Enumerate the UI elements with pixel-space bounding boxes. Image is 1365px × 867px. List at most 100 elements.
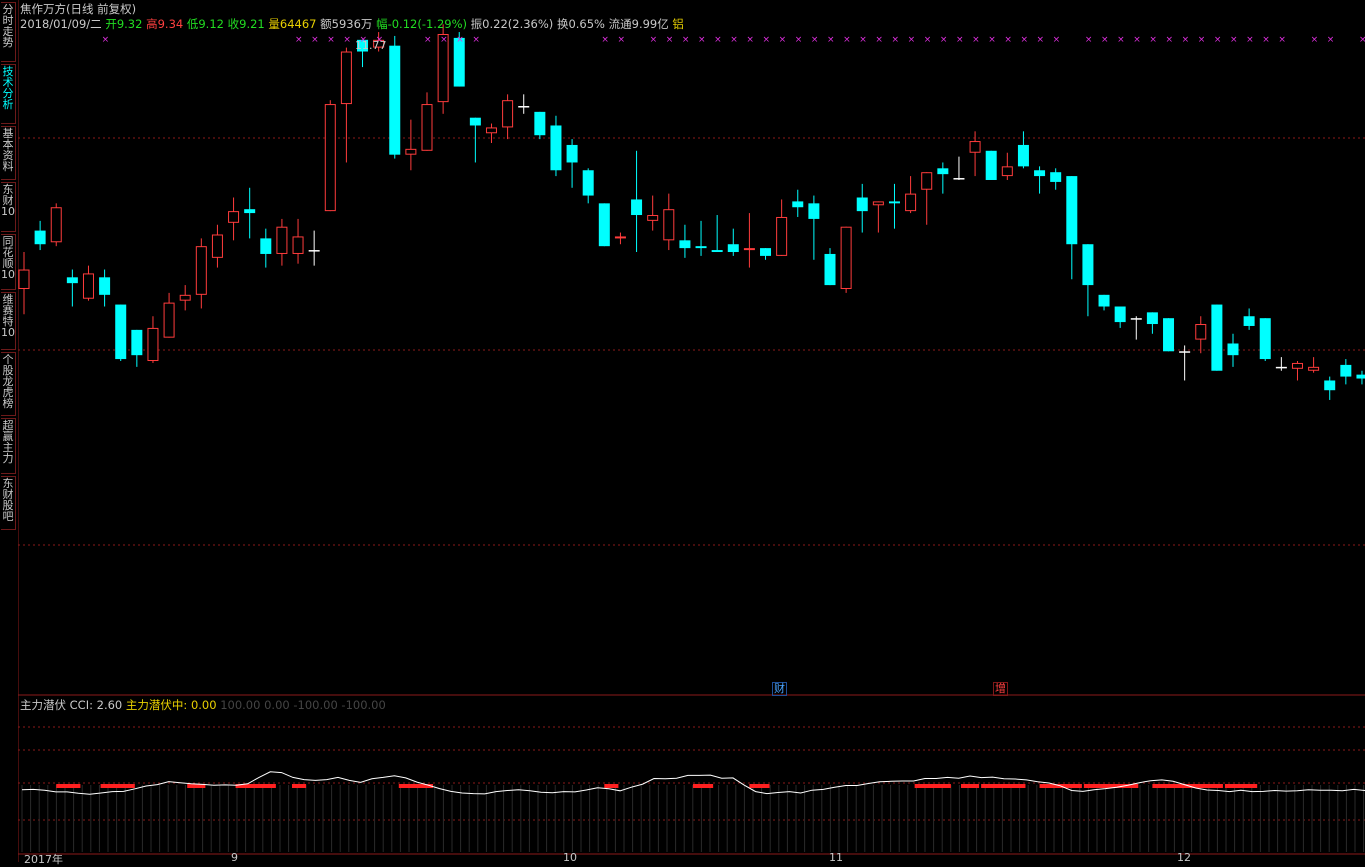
candle	[1243, 308, 1255, 330]
candle	[50, 203, 62, 247]
event-marker-increase[interactable]: 增	[993, 682, 1008, 696]
zlqf-value: 0.00	[190, 698, 217, 712]
sidebar-tab[interactable]: 超赢主力	[1, 418, 16, 474]
candle	[937, 162, 949, 194]
candle	[566, 139, 578, 188]
sector-tag[interactable]: 铝	[672, 17, 684, 31]
candle-body	[1146, 312, 1158, 325]
candle-body	[18, 269, 30, 289]
signal-marker: ×	[779, 35, 787, 45]
candle	[1146, 312, 1158, 334]
signal-marker: ×	[1359, 35, 1365, 45]
candle-body	[292, 236, 304, 254]
indicator-header: 主力潜伏 CCI: 2.60 主力潜伏中: 0.00 100.00 0.00 -…	[20, 698, 386, 712]
candle-body	[1114, 306, 1126, 323]
candle	[147, 316, 159, 363]
signal-marker: ×	[924, 35, 932, 45]
amount-label: 额	[320, 17, 332, 31]
sidebar-tab[interactable]: 基本资料	[1, 126, 16, 180]
candle	[421, 92, 433, 151]
volume-label: 量	[268, 17, 280, 31]
zlqf-bar	[692, 784, 714, 788]
candle-body	[792, 201, 804, 208]
candle-body	[743, 248, 755, 251]
volume-value: 64467	[279, 17, 317, 31]
candle-body	[760, 248, 772, 256]
signal-marker: ×	[891, 35, 899, 45]
marker-series: × × × × × × × × × × × × × × × × × × × × × × × × × × × × × × × × × × × × × × × ×…	[102, 35, 1365, 45]
candle	[1082, 244, 1094, 317]
candle-body	[663, 209, 675, 241]
candle-body	[179, 294, 191, 301]
candle-body	[550, 125, 562, 171]
candle	[792, 189, 804, 217]
cci-label: CCI:	[69, 698, 93, 712]
candle-body	[614, 236, 626, 239]
sidebar-tab[interactable]: 同花顺10	[1, 234, 16, 290]
candle-body	[647, 215, 659, 221]
signal-marker: ×	[311, 35, 319, 45]
change-label: 幅	[376, 17, 388, 31]
candle	[469, 117, 481, 163]
signal-marker: ×	[102, 35, 110, 45]
candle	[1308, 357, 1320, 373]
candle	[1130, 316, 1142, 340]
candle	[808, 195, 820, 260]
candle	[840, 226, 852, 293]
low-value: 9.12	[198, 17, 224, 31]
x-axis-label: 12	[1177, 851, 1191, 864]
candle	[824, 248, 836, 286]
signal-marker: ×	[827, 35, 835, 45]
candle	[66, 269, 78, 307]
sidebar-tab[interactable]: 东财股吧	[1, 476, 16, 530]
candle	[1275, 357, 1287, 371]
open-label: 开	[105, 17, 117, 31]
signal-marker: ×	[1053, 35, 1061, 45]
signal-marker: ×	[1101, 35, 1109, 45]
change-value: -0.12(-1.29%)	[387, 17, 467, 31]
candle	[1163, 318, 1175, 352]
candle	[324, 100, 336, 212]
candle-body	[163, 302, 175, 338]
signal-marker: ×	[1327, 35, 1335, 45]
candle-body	[115, 304, 127, 360]
candle-body	[131, 329, 143, 356]
zlqf-label: 主力潜伏中:	[125, 698, 188, 712]
candle	[631, 150, 643, 253]
signal-marker: ×	[875, 35, 883, 45]
signal-marker: ×	[1198, 35, 1206, 45]
sidebar-tab[interactable]: 维赛特10	[1, 292, 16, 350]
signal-marker: ×	[746, 35, 754, 45]
signal-marker: ×	[1262, 35, 1270, 45]
candle-body	[1227, 343, 1239, 356]
candle-body	[695, 246, 707, 249]
candle	[485, 123, 497, 144]
candle-body	[485, 127, 497, 134]
signal-marker: ×	[843, 35, 851, 45]
candle-body	[566, 144, 578, 163]
indicator-name[interactable]: 主力潜伏	[20, 698, 66, 712]
candle	[776, 199, 788, 256]
high-price-label: 11.77	[355, 39, 387, 52]
sidebar-tab[interactable]: 分时走势	[1, 2, 16, 62]
signal-marker: ×	[1037, 35, 1045, 45]
sidebar-tab[interactable]: 技术分析	[1, 64, 16, 124]
candle	[921, 172, 933, 225]
candle	[502, 94, 514, 140]
candle-body	[82, 273, 94, 299]
event-marker-financial[interactable]: 财	[772, 682, 787, 696]
signal-marker: ×	[795, 35, 803, 45]
candle-body	[872, 201, 884, 206]
candle-body	[405, 148, 417, 155]
candle	[18, 252, 30, 315]
sidebar-tab[interactable]: 个股龙虎榜	[1, 352, 16, 416]
candle	[211, 224, 223, 268]
ref-value-2: 0.00	[264, 698, 290, 712]
signal-marker: ×	[650, 35, 658, 45]
sidebar-tab[interactable]: 东财10	[1, 182, 16, 232]
zlqf-bar	[100, 784, 135, 788]
signal-marker: ×	[1004, 35, 1012, 45]
price-header: 焦作万方(日线 前复权)	[20, 2, 136, 16]
quote-row: 2018/01/09/二 开9.32 高9.34 低9.12 收9.21 量64…	[20, 17, 684, 31]
signal-marker: ×	[1020, 35, 1028, 45]
